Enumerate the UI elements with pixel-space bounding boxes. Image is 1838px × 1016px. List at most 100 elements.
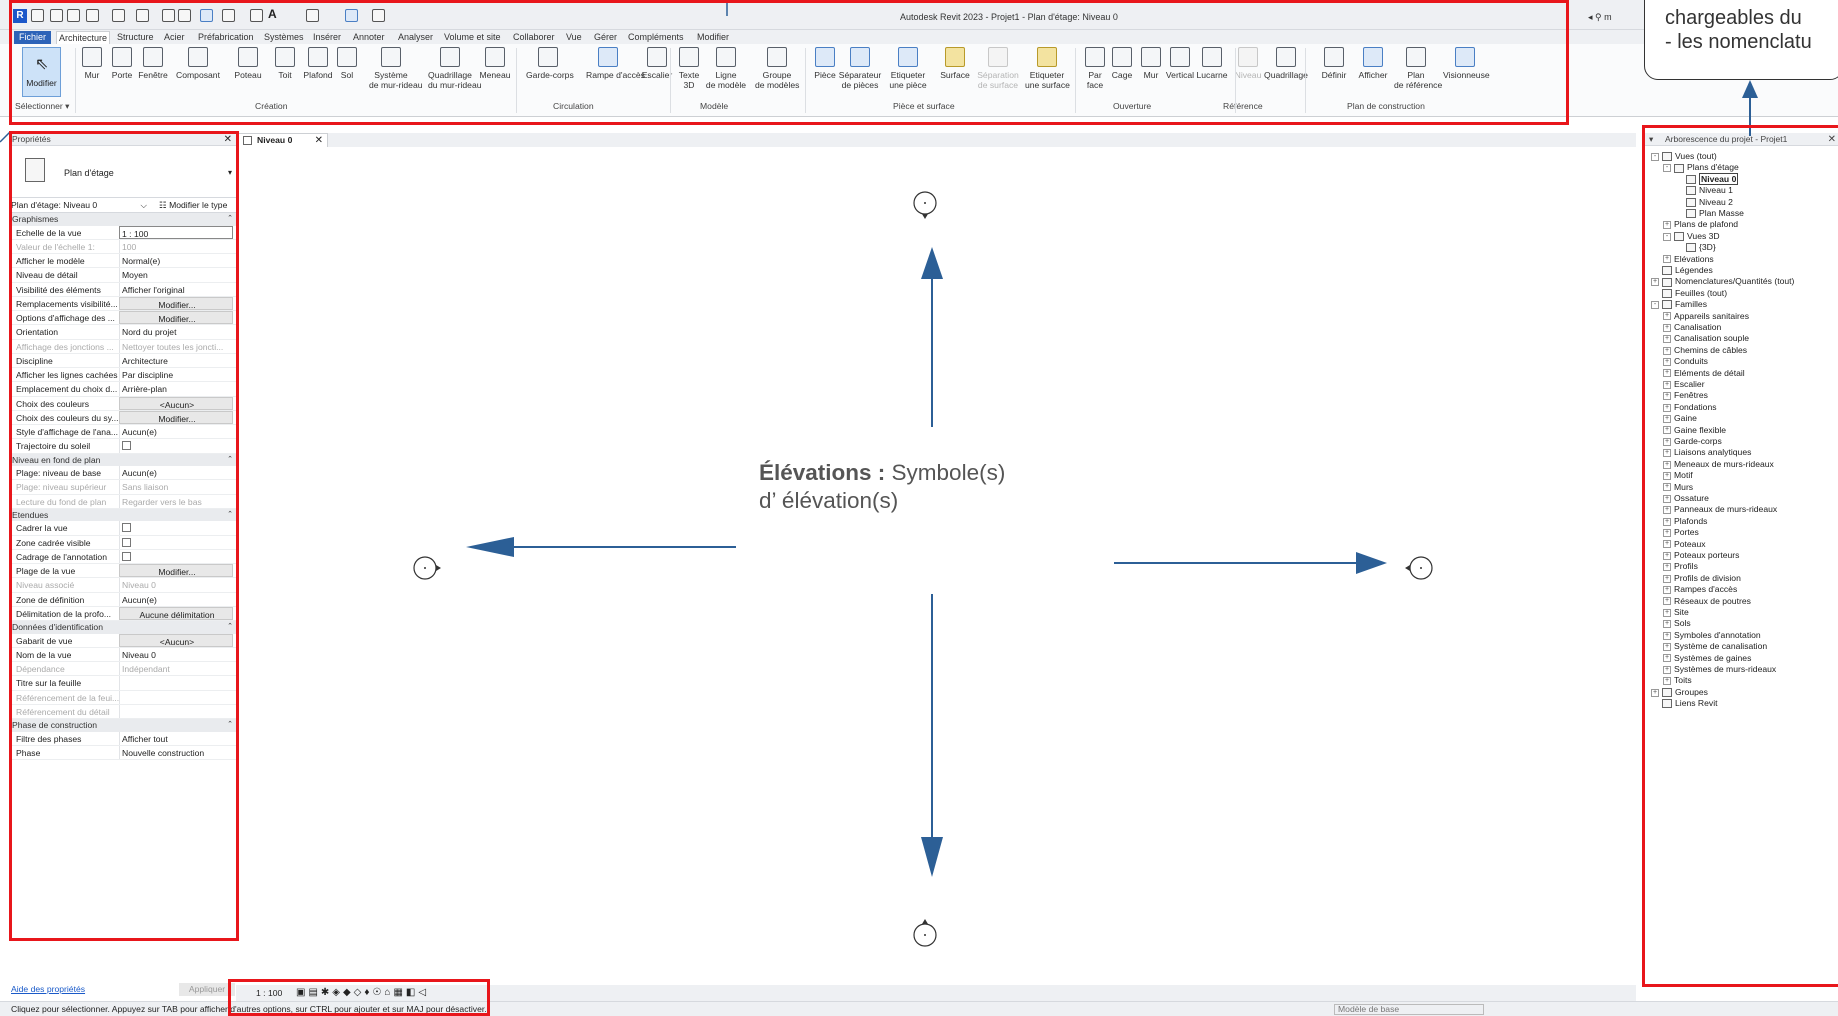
- ribbon-button-fenetre[interactable]: Fenêtre: [131, 47, 175, 80]
- ribbon-button-plan-de-reference[interactable]: Plan de référence: [1394, 47, 1442, 90]
- close-inactive-icon[interactable]: [372, 9, 385, 22]
- expand-icon[interactable]: +: [1651, 688, 1659, 697]
- property-checkbox[interactable]: [119, 439, 233, 453]
- property-value[interactable]: Afficher tout: [119, 731, 233, 745]
- tab-analyser[interactable]: Analyser: [396, 31, 435, 44]
- elevation-symbol-south[interactable]: [913, 919, 937, 947]
- property-button[interactable]: Modifier...: [119, 410, 233, 424]
- expand-icon[interactable]: +: [1663, 403, 1671, 412]
- expand-icon[interactable]: +: [1663, 449, 1671, 458]
- collapse-icon[interactable]: -: [1651, 152, 1659, 161]
- 3d-view-icon[interactable]: [306, 9, 319, 22]
- type-selector[interactable]: Plan d'étage ▾: [9, 146, 236, 198]
- collapse-icon[interactable]: -: [1651, 300, 1659, 309]
- ribbon-button-definir[interactable]: Définir: [1312, 47, 1356, 80]
- ribbon-button-systeme-de-mur-rideau[interactable]: Système de mur-rideau: [369, 47, 423, 90]
- properties-help-link[interactable]: Aide des propriétés: [11, 984, 85, 994]
- expand-icon[interactable]: +: [1663, 665, 1671, 674]
- tab-gerer[interactable]: Gérer: [592, 31, 619, 44]
- collapse-icon[interactable]: ⌃: [227, 213, 233, 226]
- modify-button[interactable]: ⇖ Modifier: [22, 47, 61, 97]
- tab-systemes[interactable]: Systèmes: [262, 31, 306, 44]
- tab-acier[interactable]: Acier: [162, 31, 187, 44]
- expand-icon[interactable]: +: [1663, 506, 1671, 515]
- chevron-down-icon[interactable]: ▾: [228, 168, 232, 177]
- ribbon-button-quadrillage[interactable]: Quadrillage: [1264, 47, 1308, 80]
- property-button[interactable]: <Aucun>: [119, 396, 233, 410]
- collapse-icon[interactable]: ▾: [1649, 133, 1653, 146]
- ribbon-button-groupe-de-modeles[interactable]: Groupe de modèles: [755, 47, 799, 90]
- tab-volume-et-site[interactable]: Volume et site: [442, 31, 503, 44]
- tab-fichier[interactable]: Fichier: [14, 31, 52, 44]
- expand-icon[interactable]: +: [1663, 620, 1671, 629]
- switch-windows-icon[interactable]: [345, 9, 358, 22]
- elevation-symbol-east[interactable]: [1405, 556, 1433, 580]
- expand-icon[interactable]: +: [1663, 631, 1671, 640]
- ribbon-button-etiqueter-une-piece[interactable]: Etiqueter une pièce: [886, 47, 930, 90]
- property-value[interactable]: Afficher l'original: [119, 282, 233, 296]
- ribbon-button-etiqueter-une-surface[interactable]: Etiqueter une surface: [1025, 47, 1070, 90]
- edit-type-button[interactable]: ☷ Modifier le type: [159, 200, 227, 211]
- tab-prefabrication[interactable]: Préfabrication: [196, 31, 256, 44]
- property-button[interactable]: Aucune délimitation: [119, 606, 233, 620]
- property-value[interactable]: Moyen: [119, 268, 233, 282]
- expand-icon[interactable]: +: [1663, 608, 1671, 617]
- property-value[interactable]: Niveau 0: [119, 647, 233, 661]
- expand-icon[interactable]: +: [1663, 494, 1671, 503]
- property-group-niveau-en-fond-de-plan[interactable]: Niveau en fond de plan ⌃: [9, 453, 236, 467]
- collapse-icon[interactable]: -: [1663, 232, 1671, 241]
- property-value[interactable]: Par discipline: [119, 368, 233, 382]
- ribbon-button-garde-corps[interactable]: Garde-corps: [526, 47, 574, 80]
- property-button[interactable]: Modifier...: [119, 564, 233, 578]
- collapse-icon[interactable]: -: [1663, 164, 1671, 173]
- property-value[interactable]: Aucun(e): [119, 592, 233, 606]
- expand-icon[interactable]: +: [1663, 677, 1671, 686]
- tab-inserer[interactable]: Insérer: [311, 31, 343, 44]
- select-panel-label[interactable]: Sélectionner ▾: [15, 101, 69, 112]
- expand-icon[interactable]: +: [1663, 414, 1671, 423]
- property-group-graphismes[interactable]: Graphismes ⌃: [9, 213, 236, 226]
- expand-icon[interactable]: +: [1663, 392, 1671, 401]
- expand-icon[interactable]: +: [1663, 642, 1671, 651]
- thin-lines-icon[interactable]: [200, 9, 213, 22]
- ribbon-button-meneau[interactable]: Meneau: [473, 47, 517, 80]
- property-value[interactable]: [119, 676, 233, 690]
- ribbon-button-quadrillage-du-mur-rideau[interactable]: Quadrillage du mur-rideau: [428, 47, 482, 90]
- expand-icon[interactable]: +: [1663, 585, 1671, 594]
- property-button[interactable]: <Aucun>: [119, 633, 233, 647]
- close-icon[interactable]: ✕: [1828, 133, 1836, 146]
- model-selector[interactable]: Modèle de base: [1334, 1004, 1484, 1015]
- collapse-icon[interactable]: ⌃: [227, 509, 233, 522]
- property-checkbox[interactable]: [119, 521, 233, 535]
- collapse-icon[interactable]: ⌃: [227, 719, 233, 732]
- expand-icon[interactable]: +: [1663, 654, 1671, 663]
- expand-icon[interactable]: +: [1663, 426, 1671, 435]
- ribbon-button-ligne-de-modele[interactable]: Ligne de modèle: [704, 47, 748, 90]
- ribbon-button-surface[interactable]: Surface: [933, 47, 977, 80]
- expand-icon[interactable]: +: [1663, 551, 1671, 560]
- collapse-icon[interactable]: ⌃: [227, 454, 233, 467]
- tab-modifier[interactable]: Modifier: [695, 31, 731, 44]
- property-value[interactable]: Architecture: [119, 353, 233, 367]
- checkbox[interactable]: [122, 523, 131, 533]
- undo-icon[interactable]: [112, 9, 125, 22]
- expand-icon[interactable]: +: [1651, 278, 1659, 287]
- expand-icon[interactable]: +: [1663, 369, 1671, 378]
- apply-button[interactable]: Appliquer: [179, 983, 235, 996]
- browser-item-liens-revit[interactable]: Liens Revit: [1662, 697, 1718, 710]
- expand-icon[interactable]: +: [1663, 357, 1671, 366]
- drawing-area[interactable]: [236, 147, 1636, 985]
- property-checkbox[interactable]: [119, 549, 233, 563]
- view-tab-niveau-0[interactable]: Niveau 0 ✕: [238, 133, 328, 147]
- ribbon-button-sol[interactable]: Sol: [325, 47, 369, 80]
- tab-annoter[interactable]: Annoter: [351, 31, 387, 44]
- property-value[interactable]: Normal(e): [119, 254, 233, 268]
- expand-icon[interactable]: +: [1663, 460, 1671, 469]
- expand-icon[interactable]: +: [1663, 528, 1671, 537]
- expand-icon[interactable]: +: [1663, 312, 1671, 321]
- checkbox[interactable]: [122, 551, 131, 561]
- tab-vue[interactable]: Vue: [564, 31, 584, 44]
- sync-icon[interactable]: [86, 9, 99, 22]
- text-icon[interactable]: A: [268, 7, 281, 21]
- expand-icon[interactable]: +: [1663, 483, 1671, 492]
